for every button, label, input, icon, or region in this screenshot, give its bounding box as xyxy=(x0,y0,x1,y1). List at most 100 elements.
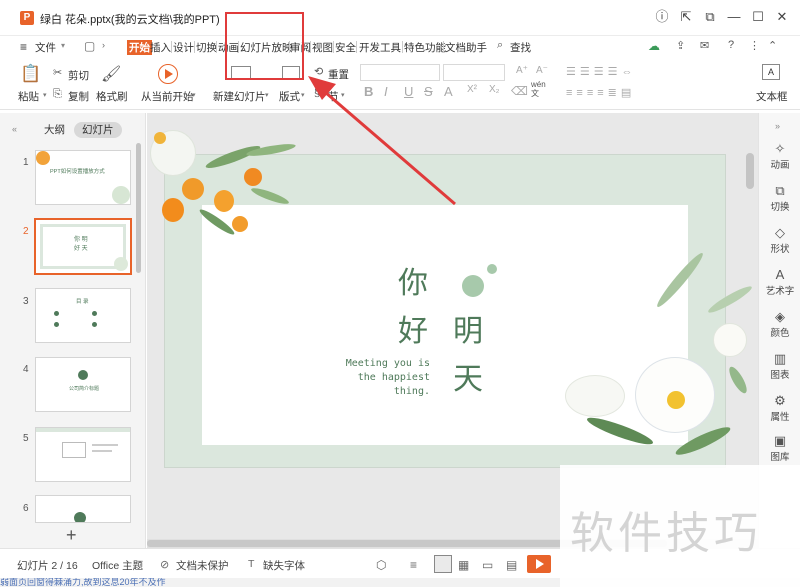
canvas-scrollbar[interactable] xyxy=(746,153,754,189)
bottom-text: 弱面页回窗得棘涌力,故到这息20年不及作 xyxy=(0,578,166,587)
copy-icon[interactable]: ⎘ xyxy=(53,88,62,101)
comment-icon[interactable]: ✉ xyxy=(700,39,709,52)
cut-button[interactable]: 剪切 xyxy=(68,68,89,83)
subscript-icon[interactable]: X₂ xyxy=(489,84,500,95)
search-icon[interactable]: ⌕ xyxy=(497,39,503,52)
hamburger-icon[interactable]: ≡ xyxy=(20,40,27,54)
protect-status[interactable]: 文档未保护 xyxy=(176,558,229,573)
new-slide-button[interactable]: 新建幻灯片 xyxy=(213,89,266,104)
eraser-icon[interactable]: ⌫ xyxy=(511,84,528,98)
minimize-icon[interactable]: — xyxy=(726,9,742,25)
thumb-number: 5 xyxy=(23,433,29,444)
thumb-scrollbar[interactable] xyxy=(136,143,141,273)
chevron-down-icon[interactable]: ▾ xyxy=(61,41,65,50)
right-item-properties[interactable]: ⚙ 属性 xyxy=(759,393,800,423)
textbox-button[interactable]: 文本框 xyxy=(756,89,788,104)
help-icon[interactable]: ? xyxy=(728,39,734,51)
outline-view-icon[interactable]: ▤ xyxy=(506,558,517,572)
search-label[interactable]: 查找 xyxy=(510,40,531,55)
slide-thumbnail-1[interactable]: PPT如何设置播放方式 xyxy=(35,150,131,205)
paste-button[interactable]: 粘贴 xyxy=(18,89,39,104)
maximize-icon[interactable]: ☐ xyxy=(750,9,766,25)
right-item-animation[interactable]: ✧ 动画 xyxy=(759,141,800,171)
right-item-wordart[interactable]: A 艺术字 xyxy=(759,267,800,297)
slide-thumbnail-6[interactable] xyxy=(35,495,131,523)
from-current-chevron-icon[interactable]: ▾ xyxy=(192,91,196,99)
collapse-panel-icon[interactable]: « xyxy=(12,124,17,134)
wordart-icon: A xyxy=(775,267,785,282)
quick-access-chevron-icon[interactable]: › xyxy=(102,40,105,50)
thumb-number: 3 xyxy=(23,296,29,307)
tab-outline[interactable]: 大纲 xyxy=(36,122,73,138)
close-icon[interactable]: ✕ xyxy=(774,9,790,25)
restore-split-icon[interactable]: ⧉ xyxy=(702,9,718,25)
right-item-gallery[interactable]: ▣ 图库 xyxy=(759,433,800,463)
sorter-view-icon[interactable]: ▦ xyxy=(458,558,469,572)
superscript-icon[interactable]: X² xyxy=(467,84,477,95)
slide-thumbnail-3[interactable]: 目 录 xyxy=(35,288,131,343)
color-icon: ◈ xyxy=(775,309,785,324)
grow-font-icon[interactable]: A⁺ xyxy=(516,65,528,76)
slide-title-char: 好 xyxy=(398,314,428,349)
slideshow-play-button[interactable] xyxy=(527,555,551,573)
slide-thumbnail-4[interactable]: 公司简介标题 xyxy=(35,357,131,412)
right-item-transition[interactable]: ⧉ 切换 xyxy=(759,183,800,213)
menu-file[interactable]: 文件 xyxy=(35,40,56,55)
theme-name[interactable]: Office 主题 xyxy=(92,558,143,573)
right-item-color[interactable]: ◈ 颜色 xyxy=(759,309,800,339)
list-icons[interactable]: ☰☰☰☰⇔ xyxy=(566,65,636,78)
align-icons[interactable]: ≡≡≡≡≣▤ xyxy=(566,86,635,99)
new-slide-chevron-icon[interactable]: ▾ xyxy=(265,91,269,99)
thumb-number: 2 xyxy=(23,226,29,237)
paste-icon[interactable]: 📋 xyxy=(20,64,41,84)
collapse-ribbon-icon[interactable]: ⌃ xyxy=(768,39,777,52)
from-current-button[interactable]: 从当前开始 xyxy=(141,89,194,104)
tab-developer[interactable]: 开发工具 xyxy=(359,40,401,55)
right-item-shape[interactable]: ◇ 形状 xyxy=(759,225,800,255)
slide-thumbnail-5[interactable] xyxy=(35,427,131,482)
tab-doc-assistant[interactable]: 文档助手 xyxy=(445,40,487,55)
window-title: 绿白 花朵.pptx(我的云文档\我的PPT) xyxy=(40,14,220,26)
copy-button[interactable]: 复制 xyxy=(68,89,89,104)
play-icon[interactable] xyxy=(158,64,178,84)
more-icon[interactable]: ⋮ xyxy=(749,39,760,52)
shrink-font-icon[interactable]: A⁻ xyxy=(536,65,548,76)
normal-view-button[interactable] xyxy=(434,555,452,573)
add-slide-button[interactable]: + xyxy=(66,525,77,546)
tab-slides[interactable]: 幻灯片 xyxy=(74,122,122,138)
share-icon[interactable]: ⇪ xyxy=(676,39,685,52)
slide-thumbnail-2[interactable]: 你 明 好 天 xyxy=(34,218,132,275)
notes-icon[interactable]: ≡ xyxy=(410,558,417,572)
tab-view[interactable]: 视图 xyxy=(312,40,333,55)
tab-insert[interactable]: 插入 xyxy=(150,40,171,55)
tab-features[interactable]: 特色功能 xyxy=(404,40,446,55)
slide-thumbnail-panel: « 大纲 幻灯片 1 PPT如何设置播放方式 2 你 明 好 天 3 目 录 4… xyxy=(0,113,146,548)
textbox-icon[interactable]: A xyxy=(762,64,780,80)
cloud-sync-icon[interactable]: ☁ xyxy=(648,39,660,53)
thumb-text: 你 明 好 天 xyxy=(74,237,88,252)
phonetic-guide-button[interactable]: wén 文 xyxy=(531,80,546,98)
tab-transition[interactable]: 切换 xyxy=(196,40,217,55)
scissors-icon[interactable]: ✂ xyxy=(53,66,62,79)
font-icon: T xyxy=(248,558,255,570)
thumb-number: 4 xyxy=(23,364,29,375)
pin-icon[interactable]: ⇱ xyxy=(678,9,694,25)
thumb-number: 1 xyxy=(23,157,29,168)
shape-icon: ◇ xyxy=(775,225,785,240)
slide-title-char: 天 xyxy=(453,362,483,397)
missing-font-status[interactable]: 缺失字体 xyxy=(263,558,305,573)
paste-chevron-icon[interactable]: ▾ xyxy=(43,91,47,99)
format-painter-icon[interactable]: 🖌 xyxy=(101,64,121,84)
expand-panel-icon[interactable]: » xyxy=(775,121,780,131)
reading-view-icon[interactable]: ▭ xyxy=(482,558,493,572)
tab-design[interactable]: 设计 xyxy=(173,40,194,55)
animation-icon: ✧ xyxy=(774,141,786,156)
box-icon[interactable]: ⬡ xyxy=(376,558,386,572)
tab-home[interactable]: 开始 xyxy=(127,40,152,55)
info-icon[interactable]: ⓘ xyxy=(654,9,670,25)
format-painter-button[interactable]: 格式刷 xyxy=(96,89,128,104)
new-doc-icon[interactable]: ▢ xyxy=(84,39,95,53)
layout-button[interactable]: 版式 xyxy=(279,89,300,104)
right-item-chart[interactable]: ▥ 图表 xyxy=(759,351,800,381)
tab-security[interactable]: 安全 xyxy=(335,40,356,55)
